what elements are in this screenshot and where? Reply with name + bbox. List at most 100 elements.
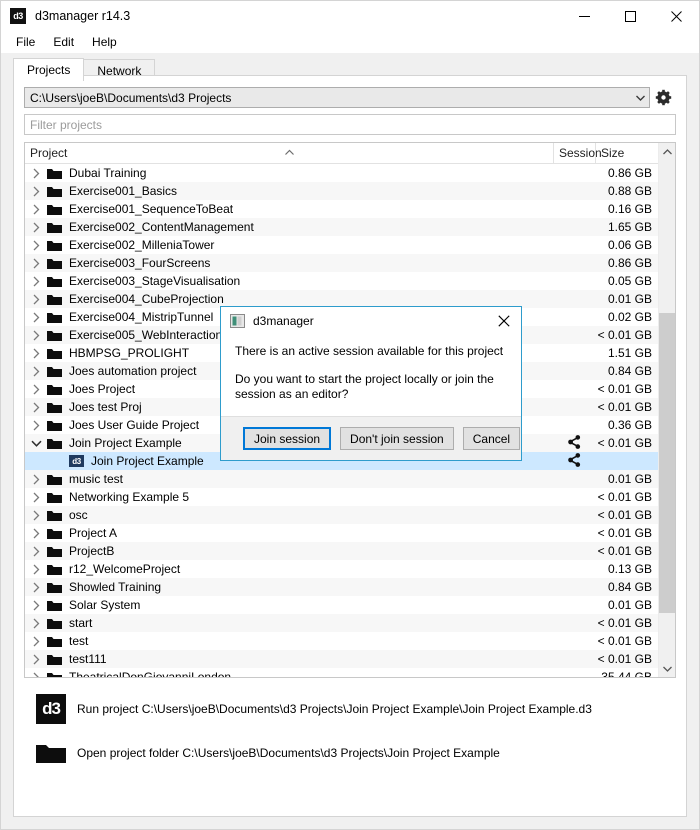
chevron-right-icon[interactable] bbox=[25, 582, 47, 593]
project-cell: Exercise001_Basics bbox=[25, 184, 553, 198]
table-row[interactable]: Exercise001_Basics0.88 GB bbox=[25, 182, 675, 200]
table-row[interactable]: Project A< 0.01 GB bbox=[25, 524, 675, 542]
project-name: ProjectB bbox=[69, 544, 114, 558]
size-cell: < 0.01 GB bbox=[595, 526, 657, 540]
menu-edit[interactable]: Edit bbox=[44, 33, 83, 51]
size-cell: 0.06 GB bbox=[595, 238, 657, 252]
column-header-project[interactable]: Project bbox=[25, 143, 553, 163]
size-cell: 35.44 GB bbox=[595, 670, 657, 677]
column-header-size[interactable]: Size bbox=[595, 143, 657, 163]
menu-file[interactable]: File bbox=[7, 33, 44, 51]
project-cell: Solar System bbox=[25, 598, 553, 612]
chevron-right-icon[interactable] bbox=[25, 348, 47, 359]
folder-icon bbox=[47, 474, 62, 485]
folder-icon bbox=[47, 240, 62, 251]
table-row[interactable]: Exercise002_MilleniaTower0.06 GB bbox=[25, 236, 675, 254]
chevron-right-icon[interactable] bbox=[25, 492, 47, 503]
table-row[interactable]: Exercise003_StageVisualisation0.05 GB bbox=[25, 272, 675, 290]
table-row[interactable]: ProjectB< 0.01 GB bbox=[25, 542, 675, 560]
folder-icon bbox=[47, 564, 62, 575]
chevron-right-icon[interactable] bbox=[25, 330, 47, 341]
chevron-right-icon[interactable] bbox=[25, 546, 47, 557]
chevron-right-icon[interactable] bbox=[25, 528, 47, 539]
chevron-right-icon[interactable] bbox=[25, 240, 47, 251]
chevron-right-icon[interactable] bbox=[25, 258, 47, 269]
project-name: Networking Example 5 bbox=[69, 490, 189, 504]
chevron-right-icon[interactable] bbox=[25, 204, 47, 215]
dialog-button-row: Join session Don't join session Cancel bbox=[221, 416, 521, 460]
table-row[interactable]: osc< 0.01 GB bbox=[25, 506, 675, 524]
gear-icon[interactable] bbox=[650, 87, 676, 108]
menu-help[interactable]: Help bbox=[83, 33, 126, 51]
tab-projects[interactable]: Projects bbox=[13, 58, 84, 81]
cancel-button[interactable]: Cancel bbox=[463, 427, 520, 450]
chevron-right-icon[interactable] bbox=[25, 186, 47, 197]
chevron-right-icon[interactable] bbox=[25, 384, 47, 395]
folder-icon bbox=[47, 168, 62, 179]
chevron-right-icon[interactable] bbox=[25, 636, 47, 647]
share-icon bbox=[568, 453, 581, 470]
size-cell: < 0.01 GB bbox=[595, 436, 657, 450]
project-cell: Exercise003_StageVisualisation bbox=[25, 274, 553, 288]
project-cell: Exercise001_SequenceToBeat bbox=[25, 202, 553, 216]
chevron-down-icon[interactable] bbox=[631, 88, 649, 107]
folder-icon bbox=[47, 366, 62, 377]
column-header-session[interactable]: Session bbox=[553, 143, 595, 163]
chevron-right-icon[interactable] bbox=[25, 600, 47, 611]
chevron-right-icon[interactable] bbox=[25, 474, 47, 485]
table-row[interactable]: test< 0.01 GB bbox=[25, 632, 675, 650]
table-row[interactable]: Solar System0.01 GB bbox=[25, 596, 675, 614]
folder-icon bbox=[47, 348, 62, 359]
maximize-button[interactable] bbox=[607, 1, 653, 31]
chevron-right-icon[interactable] bbox=[25, 672, 47, 678]
scroll-down-icon[interactable] bbox=[659, 660, 675, 677]
chevron-right-icon[interactable] bbox=[25, 420, 47, 431]
dialog-close-icon[interactable] bbox=[487, 307, 521, 335]
folder-icon bbox=[47, 186, 62, 197]
tree-vertical-scrollbar[interactable] bbox=[658, 143, 675, 677]
scrollbar-thumb[interactable] bbox=[659, 313, 675, 613]
chevron-right-icon[interactable] bbox=[25, 276, 47, 287]
size-cell: 1.51 GB bbox=[595, 346, 657, 360]
chevron-right-icon[interactable] bbox=[25, 222, 47, 233]
scroll-up-icon[interactable] bbox=[659, 143, 675, 160]
project-name: Exercise003_FourScreens bbox=[69, 256, 210, 270]
run-project-action[interactable]: d3 Run project C:\Users\joeB\Documents\d… bbox=[36, 692, 676, 726]
open-project-folder-action[interactable]: Open project folder C:\Users\joeB\Docume… bbox=[36, 736, 676, 770]
table-row[interactable]: r12_WelcomeProject0.13 GB bbox=[25, 560, 675, 578]
table-row[interactable]: start< 0.01 GB bbox=[25, 614, 675, 632]
table-row[interactable]: Exercise001_SequenceToBeat0.16 GB bbox=[25, 200, 675, 218]
project-name: Joes automation project bbox=[69, 364, 196, 378]
project-path-combo[interactable]: C:\Users\joeB\Documents\d3 Projects bbox=[24, 87, 650, 108]
chevron-right-icon[interactable] bbox=[25, 510, 47, 521]
run-project-label: Run project C:\Users\joeB\Documents\d3 P… bbox=[77, 702, 592, 716]
chevron-right-icon[interactable] bbox=[25, 402, 47, 413]
size-cell: < 0.01 GB bbox=[595, 382, 657, 396]
table-row[interactable]: Showled Training0.84 GB bbox=[25, 578, 675, 596]
table-row[interactable]: Exercise003_FourScreens0.86 GB bbox=[25, 254, 675, 272]
project-cell: osc bbox=[25, 508, 553, 522]
chevron-right-icon[interactable] bbox=[25, 564, 47, 575]
filter-projects-input[interactable]: Filter projects bbox=[24, 114, 676, 135]
chevron-down-icon[interactable] bbox=[25, 440, 47, 447]
project-name: Joes Project bbox=[69, 382, 135, 396]
folder-icon bbox=[47, 330, 62, 341]
chevron-right-icon[interactable] bbox=[25, 312, 47, 323]
chevron-right-icon[interactable] bbox=[25, 654, 47, 665]
chevron-right-icon[interactable] bbox=[25, 168, 47, 179]
table-row[interactable]: Exercise002_ContentManagement1.65 GB bbox=[25, 218, 675, 236]
chevron-right-icon[interactable] bbox=[25, 294, 47, 305]
folder-icon bbox=[47, 222, 62, 233]
minimize-button[interactable] bbox=[561, 1, 607, 31]
table-row[interactable]: Dubai Training0.86 GB bbox=[25, 164, 675, 182]
join-session-button[interactable]: Join session bbox=[243, 427, 331, 450]
table-row[interactable]: Networking Example 5< 0.01 GB bbox=[25, 488, 675, 506]
project-name: Joes User Guide Project bbox=[69, 418, 199, 432]
table-row[interactable]: test111< 0.01 GB bbox=[25, 650, 675, 668]
dont-join-session-button[interactable]: Don't join session bbox=[340, 427, 454, 450]
chevron-right-icon[interactable] bbox=[25, 366, 47, 377]
table-row[interactable]: TheatricalDonGiovanniLondon35.44 GB bbox=[25, 668, 675, 677]
chevron-right-icon[interactable] bbox=[25, 618, 47, 629]
close-button[interactable] bbox=[653, 1, 699, 31]
table-row[interactable]: music test0.01 GB bbox=[25, 470, 675, 488]
